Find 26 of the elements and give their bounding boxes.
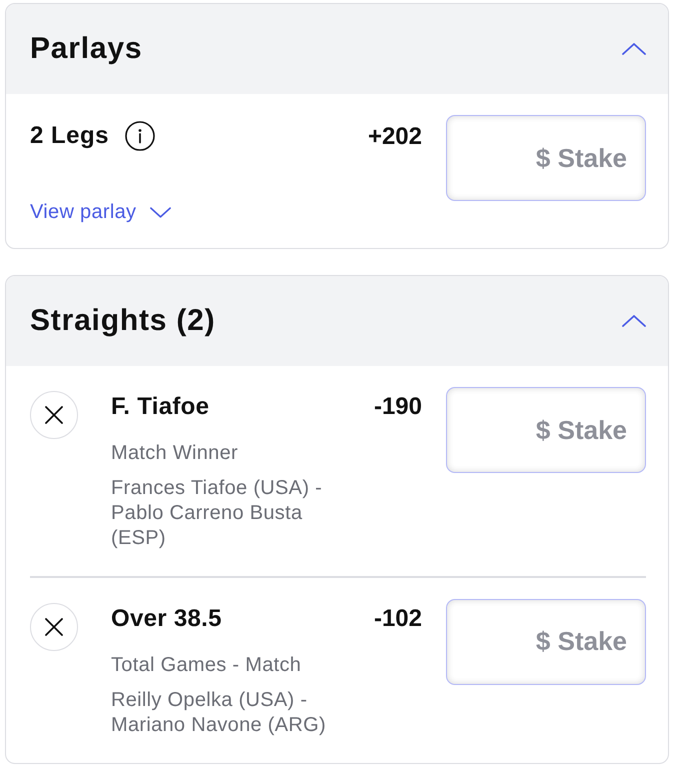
view-parlay-link[interactable]: View parlay	[30, 200, 172, 224]
section-title: Parlays	[30, 32, 142, 66]
legs-label: 2 Legs	[30, 121, 110, 151]
close-icon	[45, 618, 63, 636]
chevron-icon[interactable]	[150, 206, 172, 218]
market-name: Total Games - Match	[111, 652, 302, 678]
odds: +202	[368, 123, 422, 151]
section-title: Straights (2)	[30, 304, 216, 338]
selection-name: Over 38.5	[111, 604, 223, 632]
remove-button[interactable]	[30, 602, 78, 650]
stake-field[interactable]: $ Stake	[446, 598, 646, 684]
stake-field[interactable]: $ Stake	[446, 387, 646, 473]
section-header[interactable]: Straights (2)	[6, 276, 668, 366]
close-icon	[45, 406, 63, 424]
remove-button[interactable]	[30, 391, 78, 439]
chevron-icon[interactable]	[622, 315, 646, 327]
odds: -102	[372, 604, 422, 632]
event-name: Frances Tiafoe (USA) - Pablo Carreno Busta (ESP)	[111, 476, 324, 551]
info-icon[interactable]	[125, 121, 156, 151]
odds: -190	[372, 393, 422, 421]
event-name: Reilly Opelka (USA) - Mariano Navone (ARG)	[111, 688, 327, 738]
market-name: Match Winner	[111, 441, 239, 466]
stake-field[interactable]: $ Stake	[446, 115, 646, 201]
section-header[interactable]: Parlays	[6, 4, 668, 94]
chevron-icon[interactable]	[622, 43, 646, 55]
selection-name: F. Tiafoe	[111, 393, 210, 421]
